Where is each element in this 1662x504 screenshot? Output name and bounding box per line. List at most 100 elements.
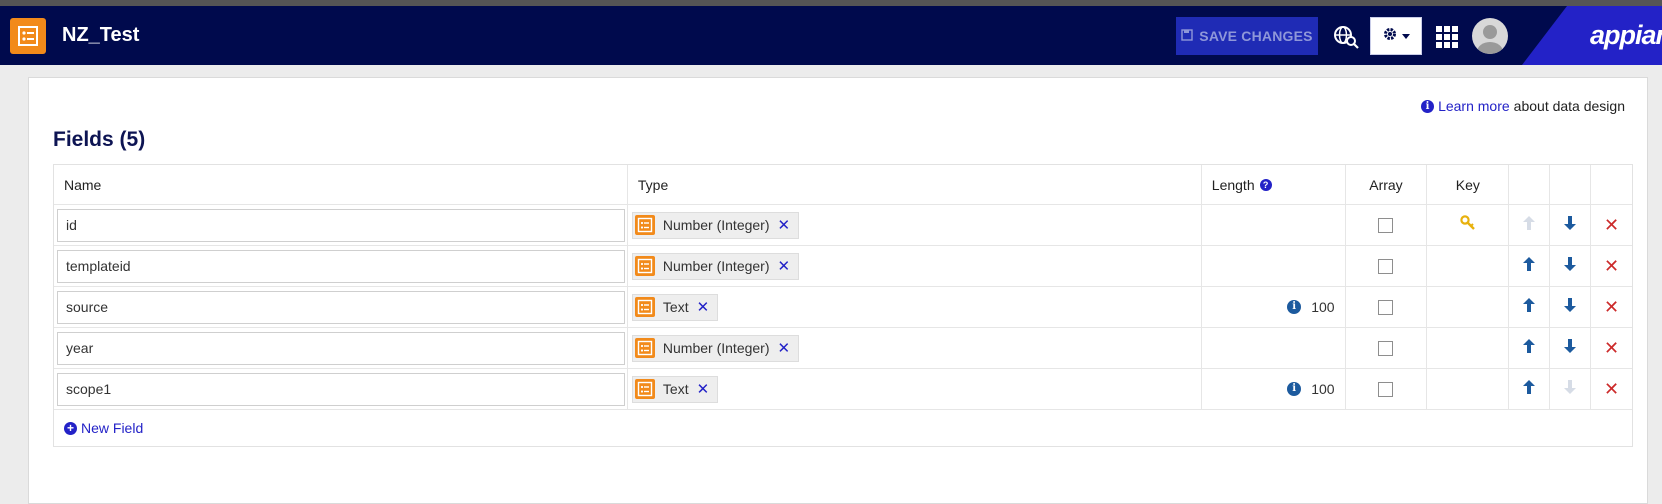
array-cell bbox=[1346, 369, 1428, 409]
type-cell: Text ✕ bbox=[628, 287, 1202, 327]
move-up-cell bbox=[1509, 328, 1551, 368]
type-pill[interactable]: Text ✕ bbox=[631, 375, 719, 403]
delete-cell: ✕ bbox=[1591, 246, 1632, 286]
save-changes-button[interactable]: SAVE CHANGES bbox=[1176, 17, 1318, 55]
length-cell: i 100 bbox=[1202, 287, 1346, 327]
delete-icon[interactable]: ✕ bbox=[1604, 379, 1619, 400]
array-checkbox[interactable] bbox=[1378, 299, 1394, 315]
column-header-length: Length ? bbox=[1202, 165, 1346, 204]
array-checkbox[interactable] bbox=[1378, 217, 1394, 233]
record-type-icon bbox=[634, 338, 655, 358]
column-header-delete bbox=[1591, 165, 1632, 204]
remove-type-icon[interactable]: ✕ bbox=[697, 380, 710, 398]
column-header-name: Name bbox=[54, 165, 628, 204]
type-cell: Number (Integer) ✕ bbox=[628, 246, 1202, 286]
column-header-type: Type bbox=[628, 165, 1202, 204]
info-icon[interactable]: i bbox=[1287, 300, 1302, 314]
type-label: Text bbox=[662, 299, 689, 315]
field-name-input[interactable] bbox=[57, 331, 625, 365]
type-label: Number (Integer) bbox=[662, 340, 770, 356]
record-type-icon bbox=[634, 256, 655, 276]
record-type-icon bbox=[634, 215, 655, 235]
field-name-input[interactable] bbox=[57, 208, 625, 242]
length-cell bbox=[1202, 246, 1346, 286]
remove-type-icon[interactable]: ✕ bbox=[778, 257, 791, 275]
array-checkbox[interactable] bbox=[1378, 340, 1394, 356]
type-cell: Text ✕ bbox=[628, 369, 1202, 409]
new-field-link[interactable]: + New Field bbox=[54, 410, 1632, 446]
move-up-cell bbox=[1509, 205, 1551, 245]
arrow-down-icon[interactable] bbox=[1564, 215, 1577, 235]
arrow-down-icon bbox=[1564, 379, 1577, 399]
avatar-icon[interactable] bbox=[1472, 18, 1508, 54]
name-cell bbox=[54, 205, 628, 245]
table-header-row: Name Type Length ? Array Key bbox=[54, 165, 1632, 205]
delete-icon[interactable]: ✕ bbox=[1604, 297, 1619, 318]
length-cell bbox=[1202, 328, 1346, 368]
field-name-input[interactable] bbox=[57, 249, 625, 283]
fields-table: Name Type Length ? Array Key Number (Int… bbox=[53, 164, 1633, 447]
array-checkbox[interactable] bbox=[1378, 258, 1394, 274]
move-down-cell bbox=[1550, 287, 1592, 327]
appian-logo: appian bbox=[1590, 20, 1662, 50]
array-cell bbox=[1346, 328, 1428, 368]
type-label: Number (Integer) bbox=[662, 258, 770, 274]
delete-icon[interactable]: ✕ bbox=[1604, 256, 1619, 277]
info-icon[interactable]: i bbox=[1287, 382, 1302, 396]
length-value: 100 bbox=[1311, 381, 1335, 397]
table-row: Number (Integer) ✕ ✕ bbox=[54, 246, 1632, 287]
delete-icon[interactable]: ✕ bbox=[1604, 215, 1619, 236]
array-checkbox[interactable] bbox=[1378, 381, 1394, 397]
key-cell bbox=[1427, 205, 1510, 245]
move-up-cell bbox=[1509, 369, 1551, 409]
array-cell bbox=[1346, 205, 1428, 245]
array-cell bbox=[1346, 287, 1428, 327]
arrow-down-icon[interactable] bbox=[1564, 297, 1577, 317]
type-pill[interactable]: Number (Integer) ✕ bbox=[631, 252, 800, 280]
type-cell: Number (Integer) ✕ bbox=[628, 205, 1202, 245]
record-type-icon bbox=[10, 18, 46, 54]
delete-icon[interactable]: ✕ bbox=[1604, 338, 1619, 359]
arrow-up-icon[interactable] bbox=[1523, 297, 1536, 317]
remove-type-icon[interactable]: ✕ bbox=[778, 339, 791, 357]
name-cell bbox=[54, 246, 628, 286]
array-cell bbox=[1346, 246, 1428, 286]
key-cell bbox=[1427, 328, 1510, 368]
arrow-up-icon[interactable] bbox=[1523, 338, 1536, 358]
help-icon[interactable]: ? bbox=[1259, 178, 1272, 191]
plus-circle-icon: + bbox=[64, 421, 77, 435]
save-changes-label: SAVE CHANGES bbox=[1199, 28, 1313, 44]
arrow-down-icon[interactable] bbox=[1564, 256, 1577, 276]
settings-menu-button[interactable] bbox=[1370, 17, 1422, 55]
globe-search-icon[interactable] bbox=[1332, 24, 1360, 50]
remove-type-icon[interactable]: ✕ bbox=[778, 216, 791, 234]
column-header-key: Key bbox=[1427, 165, 1510, 204]
name-cell bbox=[54, 369, 628, 409]
remove-type-icon[interactable]: ✕ bbox=[697, 298, 710, 316]
chevron-down-icon bbox=[1402, 27, 1410, 45]
move-down-cell bbox=[1550, 369, 1592, 409]
primary-key-icon[interactable] bbox=[1460, 214, 1476, 236]
app-header: NZ_Test SAVE CHANGES appia bbox=[0, 6, 1662, 65]
apps-grid-icon[interactable] bbox=[1436, 26, 1458, 48]
learn-more-link[interactable]: Learn more bbox=[1438, 98, 1510, 114]
type-pill[interactable]: Number (Integer) ✕ bbox=[631, 334, 800, 362]
move-down-cell bbox=[1550, 205, 1592, 245]
column-header-array: Array bbox=[1346, 165, 1428, 204]
type-pill[interactable]: Number (Integer) ✕ bbox=[631, 211, 800, 239]
delete-cell: ✕ bbox=[1591, 328, 1632, 368]
learn-more-hint: i Learn more about data design bbox=[1421, 98, 1625, 114]
arrow-up-icon[interactable] bbox=[1523, 379, 1536, 399]
delete-cell: ✕ bbox=[1591, 369, 1632, 409]
arrow-down-icon[interactable] bbox=[1564, 338, 1577, 358]
save-disk-icon bbox=[1181, 28, 1193, 44]
arrow-up-icon[interactable] bbox=[1523, 256, 1536, 276]
table-row: Number (Integer) ✕ ✕ bbox=[54, 328, 1632, 369]
field-name-input[interactable] bbox=[57, 290, 625, 324]
record-type-icon bbox=[634, 379, 655, 399]
move-up-cell bbox=[1509, 287, 1551, 327]
field-name-input[interactable] bbox=[57, 372, 625, 406]
type-pill[interactable]: Text ✕ bbox=[631, 293, 719, 321]
key-cell bbox=[1427, 287, 1510, 327]
column-header-move-up bbox=[1509, 165, 1551, 204]
